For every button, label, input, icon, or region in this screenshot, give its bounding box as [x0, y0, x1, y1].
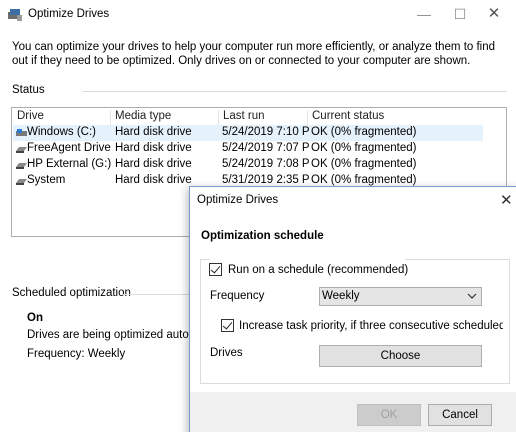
title-bar: Optimize Drives — ☐ ✕	[0, 0, 516, 30]
current-status: OK (0% fragmented)	[311, 142, 417, 154]
minimize-button[interactable]: —	[416, 6, 432, 22]
frequency-value: Weekly	[322, 290, 360, 302]
group-border-left	[200, 259, 210, 260]
drives-label: Drives	[210, 347, 243, 359]
optimization-schedule-dialog: Optimize Drives ✕ Optimization schedule …	[189, 186, 516, 432]
last-run: 5/24/2019 7:07 PM	[222, 142, 310, 154]
schedule-state: On	[27, 312, 43, 324]
table-row[interactable]: HP External (G:) Hard disk drive 5/24/20…	[13, 157, 483, 173]
intro-text: You can optimize your drives to help you…	[12, 41, 496, 67]
frequency-select[interactable]: Weekly	[319, 287, 482, 306]
current-status: OK (0% fragmented)	[311, 126, 417, 138]
current-status: OK (0% fragmented)	[311, 158, 417, 170]
current-status: OK (0% fragmented)	[311, 174, 417, 186]
cancel-button[interactable]: Cancel	[428, 404, 492, 426]
media-type: Hard disk drive	[115, 126, 192, 138]
increase-priority-label: Increase task priority, if three consecu…	[239, 320, 503, 332]
drive-name: FreeAgent Drive (...	[27, 142, 111, 154]
table-row[interactable]: Windows (C:) Hard disk drive 5/24/2019 7…	[13, 125, 483, 141]
media-type: Hard disk drive	[115, 142, 192, 154]
last-run: 5/24/2019 7:10 PM	[222, 126, 310, 138]
choose-drives-button[interactable]: Choose	[319, 345, 482, 367]
column-header-current-status[interactable]: Current status	[308, 110, 488, 126]
ok-button[interactable]: OK	[357, 404, 421, 426]
chevron-down-icon	[467, 293, 477, 299]
table-row[interactable]: FreeAgent Drive (... Hard disk drive 5/2…	[13, 141, 483, 157]
drive-name: System	[27, 174, 66, 186]
run-on-schedule-checkbox[interactable]	[209, 263, 222, 276]
increase-priority-checkbox[interactable]	[221, 319, 234, 332]
group-border-right	[405, 259, 510, 260]
status-divider	[82, 91, 507, 92]
maximize-button[interactable]: ☐	[452, 6, 468, 22]
drive-name: Windows (C:)	[27, 126, 97, 138]
window-title: Optimize Drives	[28, 8, 110, 20]
close-button[interactable]: ✕	[486, 6, 502, 22]
media-type: Hard disk drive	[115, 174, 192, 186]
schedule-frequency: Frequency: Weekly	[27, 348, 126, 360]
app-icon	[8, 9, 22, 21]
drive-name: HP External (G:)	[27, 158, 111, 170]
dialog-close-button[interactable]: ✕	[500, 191, 513, 209]
drive-icon	[16, 179, 27, 185]
list-header: Drive Media type Last run Current status	[12, 108, 506, 126]
frequency-label: Frequency	[210, 290, 265, 302]
drive-icon	[16, 163, 27, 169]
drive-icon	[16, 147, 27, 153]
status-heading: Status	[12, 84, 45, 96]
dialog-heading: Optimization schedule	[201, 230, 324, 242]
scheduled-divider	[122, 294, 192, 295]
last-run: 5/31/2019 2:35 PM	[222, 174, 310, 186]
windows-drive-icon	[16, 129, 27, 136]
column-header-last-run[interactable]: Last run	[219, 110, 308, 126]
schedule-description: Drives are being optimized automatica	[27, 329, 192, 341]
last-run: 5/24/2019 7:08 PM	[222, 158, 310, 170]
column-header-drive[interactable]: Drive	[13, 110, 111, 126]
dialog-title: Optimize Drives	[197, 194, 279, 206]
column-header-media-type[interactable]: Media type	[111, 110, 219, 126]
media-type: Hard disk drive	[115, 158, 192, 170]
scheduled-optimization-heading: Scheduled optimization	[12, 287, 131, 299]
run-on-schedule-label: Run on a schedule (recommended)	[228, 264, 409, 276]
